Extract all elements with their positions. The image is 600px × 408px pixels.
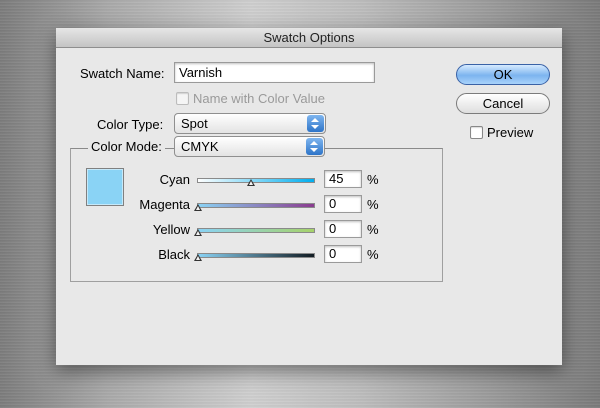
black-value-input[interactable]: 0 bbox=[324, 245, 362, 263]
black-slider-track[interactable] bbox=[197, 253, 315, 258]
ok-button[interactable]: OK bbox=[456, 64, 550, 85]
magenta-value-input[interactable]: 0 bbox=[324, 195, 362, 213]
name-with-color-checkbox[interactable] bbox=[176, 92, 189, 105]
yellow-slider-thumb[interactable] bbox=[194, 229, 202, 236]
black-slider-thumb[interactable] bbox=[194, 254, 202, 261]
color-type-value: Spot bbox=[181, 116, 208, 131]
magenta-slider-track[interactable] bbox=[197, 203, 315, 208]
select-arrows-icon bbox=[307, 115, 324, 132]
black-label: Black bbox=[158, 247, 190, 262]
preview-checkbox[interactable] bbox=[470, 126, 483, 139]
color-type-select[interactable]: Spot bbox=[174, 113, 326, 134]
yellow-value-input[interactable]: 0 bbox=[324, 220, 362, 238]
yellow-label: Yellow bbox=[152, 222, 190, 237]
cancel-button[interactable]: Cancel bbox=[456, 93, 550, 114]
name-with-color-label: Name with Color Value bbox=[193, 91, 325, 106]
cyan-percent-sign: % bbox=[367, 172, 379, 187]
cyan-slider-thumb[interactable] bbox=[247, 179, 255, 186]
swatch-options-dialog: Swatch Options Swatch Name: Varnish Name… bbox=[56, 28, 562, 365]
yellow-slider-track[interactable] bbox=[197, 228, 315, 233]
select-arrows-icon bbox=[306, 138, 323, 155]
swatch-name-label: Swatch Name: bbox=[80, 66, 165, 81]
color-swatch-preview bbox=[86, 168, 124, 206]
cyan-value-input[interactable]: 45 bbox=[324, 170, 362, 188]
swatch-name-input[interactable]: Varnish bbox=[174, 62, 375, 83]
color-mode-label: Color Mode: bbox=[88, 139, 165, 154]
magenta-label: Magenta bbox=[139, 197, 190, 212]
black-percent-sign: % bbox=[367, 247, 379, 262]
cyan-slider-track[interactable] bbox=[197, 178, 315, 183]
color-mode-value: CMYK bbox=[181, 139, 219, 154]
yellow-percent-sign: % bbox=[367, 222, 379, 237]
color-mode-select[interactable]: CMYK bbox=[174, 136, 325, 157]
cyan-label: Cyan bbox=[159, 172, 190, 187]
magenta-slider-thumb[interactable] bbox=[194, 204, 202, 211]
color-type-label: Color Type: bbox=[97, 117, 164, 132]
magenta-percent-sign: % bbox=[367, 197, 379, 212]
dialog-title: Swatch Options bbox=[56, 28, 562, 48]
preview-label: Preview bbox=[487, 125, 534, 140]
